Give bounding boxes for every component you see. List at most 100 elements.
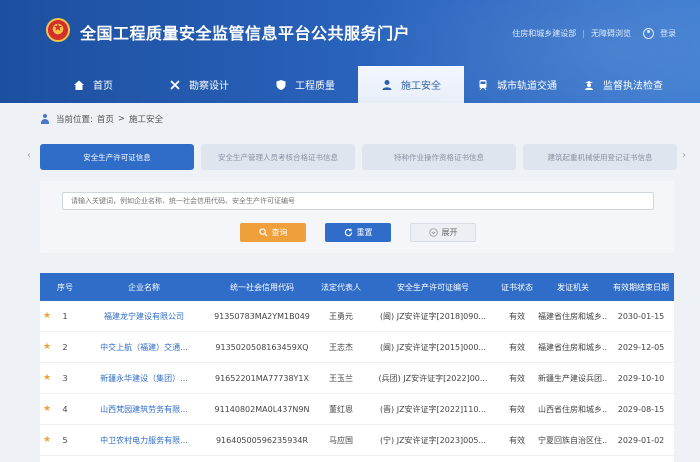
home-icon (74, 80, 84, 90)
worker-icon (382, 79, 392, 90)
national-emblem-icon (46, 18, 70, 42)
company-name-link[interactable]: 新疆永华建设（集团）... (76, 373, 212, 384)
legal-representative: 王玉兰 (329, 373, 353, 383)
nav-rail-transit[interactable]: 城市轨道交通 (464, 66, 570, 103)
credit-code: 9135020508163459XQ (215, 342, 309, 352)
header-cell: 发证机关 (557, 282, 589, 292)
location-user-icon (40, 114, 50, 124)
header-cell: 安全生产许可证编号 (397, 282, 469, 292)
company-name-link[interactable]: 中卫农村电力服务有限... (76, 435, 212, 446)
nav-survey-design[interactable]: 勘察设计 (146, 66, 252, 103)
breadcrumb-home[interactable]: 首页 (97, 113, 114, 125)
tabs-next-icon[interactable]: › (682, 150, 686, 161)
header-cell: 证书状态 (501, 282, 533, 292)
login-link[interactable]: 登录 (660, 28, 676, 39)
legal-representative: 王勇元 (329, 311, 353, 321)
header-cell: 法定代表人 (321, 282, 361, 292)
tabs-prev-icon[interactable]: ‹ (27, 150, 31, 161)
star-icon[interactable]: ★ (40, 404, 54, 414)
expand-button[interactable]: 展开 (410, 223, 476, 242)
top-links: 住房和城乡建设部 | 无障碍浏览 登录 (512, 28, 676, 39)
query-button[interactable]: 查询 (240, 223, 306, 242)
search-icon (258, 228, 268, 237)
credit-code: 91350783MA2YM1B049 (214, 311, 310, 321)
header-cell: 企业名称 (128, 282, 160, 292)
header-cell: 统一社会信用代码 (230, 282, 294, 292)
tools-icon (170, 79, 180, 90)
legal-representative: 马应国 (329, 435, 353, 445)
table-row[interactable]: ★ 2 中交上航（福建）交通... 9135020508163459XQ 王志杰 (闽) … (40, 332, 674, 363)
company-name-link[interactable]: 中交上航（福建）交通... (76, 342, 212, 353)
legal-representative: 董红恩 (329, 404, 353, 414)
shield-icon (276, 79, 286, 90)
cert-status: 有效 (509, 435, 525, 445)
table-row[interactable]: ★ 3 新疆永华建设（集团）... 91652201MA77738Y1X 王玉兰 (兵团)… (40, 363, 674, 394)
issuing-authority: 宁夏回族自治区住... (538, 435, 608, 445)
company-name-link[interactable]: 福建龙宁建设有限公司 (76, 311, 212, 322)
tab-special-operation[interactable]: 特种作业操作资格证书信息 (362, 144, 516, 170)
license-number: (晋) JZ安许证字[2022]110... (379, 404, 487, 414)
nav-quality[interactable]: 工程质量 (252, 66, 358, 103)
license-number: (闽) JZ安许证字[2018]090... (379, 311, 487, 321)
issuing-authority: 山西省住房和城乡... (538, 404, 608, 414)
accessibility-link[interactable]: 无障碍浏览 (591, 28, 631, 39)
row-number: 3 (62, 373, 68, 383)
nav-label: 首页 (93, 81, 113, 92)
site-header: 全国工程质量安全监管信息平台公共服务门户 住房和城乡建设部 | 无障碍浏览 登录… (0, 0, 700, 103)
breadcrumb: 当前位置: 首页 > 施工安全 (40, 113, 163, 125)
company-name-link[interactable]: 山西梵园建筑劳务有限... (76, 404, 212, 415)
header-cell: 有效期结束日期 (613, 282, 669, 292)
reset-button[interactable]: 重置 (325, 223, 391, 242)
row-number: 4 (62, 404, 68, 414)
expiry-date: 2029-08-15 (617, 404, 665, 414)
ministry-link[interactable]: 住房和城乡建设部 (512, 28, 576, 39)
license-number: (闽) JZ安许证字[2015]000... (379, 342, 487, 352)
credit-code: 91652201MA77738Y1X (215, 373, 309, 383)
cert-tabs: 安全生产许可证信息 安全生产管理人员考核合格证书信息 特种作业操作资格证书信息 … (40, 144, 677, 170)
reset-label: 重置 (356, 228, 373, 237)
cert-status: 有效 (509, 311, 525, 321)
star-icon[interactable]: ★ (40, 342, 54, 352)
issuing-authority: 福建省住房和城乡... (538, 311, 608, 321)
table-body: ★ 1 福建龙宁建设有限公司 91350783MA2YM1B049 王勇元 (闽) JZ安… (40, 301, 674, 456)
nav-label: 施工安全 (401, 81, 441, 92)
star-icon[interactable]: ★ (40, 435, 54, 445)
star-icon[interactable]: ★ (40, 373, 54, 383)
breadcrumb-separator: > (117, 114, 126, 124)
divider: | (582, 29, 585, 38)
expiry-date: 2030-01-15 (617, 311, 665, 321)
nav-home[interactable]: 首页 (40, 66, 146, 103)
row-number: 5 (62, 435, 68, 445)
expiry-date: 2029-10-10 (617, 373, 665, 383)
nav-enforcement[interactable]: 监督执法检查 (570, 66, 676, 103)
star-icon[interactable]: ★ (40, 311, 54, 321)
inspector-icon (585, 80, 593, 90)
breadcrumb-current: 施工安全 (129, 115, 164, 125)
row-number: 2 (62, 342, 68, 352)
expiry-date: 2029-01-02 (617, 435, 665, 445)
cert-status: 有效 (509, 342, 525, 352)
row-number: 1 (62, 311, 68, 321)
table-header: 序号 企业名称 统一社会信用代码 法定代表人 安全生产许可证编号 证书状态 发证… (40, 273, 674, 301)
expand-label: 展开 (441, 228, 458, 237)
nav-label: 监督执法检查 (603, 81, 663, 92)
cert-status: 有效 (509, 373, 525, 383)
tab-manager-cert[interactable]: 安全生产管理人员考核合格证书信息 (201, 144, 355, 170)
issuing-authority: 福建省住房和城乡... (538, 342, 608, 352)
nav-construction-safety[interactable]: 施工安全 (358, 66, 464, 103)
nav-label: 工程质量 (295, 81, 335, 92)
user-icon[interactable] (643, 28, 654, 39)
breadcrumb-prefix: 当前位置: (56, 115, 93, 125)
table-row[interactable]: ★ 4 山西梵园建筑劳务有限... 91140802MA0L437N9N 董红恩 (晋) … (40, 394, 674, 425)
chevron-down-icon (428, 228, 438, 237)
tab-crane-registration[interactable]: 建筑起重机械使用登记证书信息 (523, 144, 677, 170)
site-title: 全国工程质量安全监管信息平台公共服务门户 (80, 24, 411, 43)
license-table: 序号 企业名称 统一社会信用代码 法定代表人 安全生产许可证编号 证书状态 发证… (40, 273, 674, 462)
legal-representative: 王志杰 (329, 342, 353, 352)
table-row[interactable]: ★ 1 福建龙宁建设有限公司 91350783MA2YM1B049 王勇元 (闽) JZ安… (40, 301, 674, 332)
search-input[interactable] (62, 192, 654, 210)
tab-safety-license[interactable]: 安全生产许可证信息 (40, 144, 194, 170)
search-panel: 查询 重置 展开 (40, 181, 674, 253)
table-row[interactable]: ★ 5 中卫农村电力服务有限... 91640500596235934R 马应国 (宁) … (40, 425, 674, 456)
nav-label: 勘察设计 (189, 81, 229, 92)
